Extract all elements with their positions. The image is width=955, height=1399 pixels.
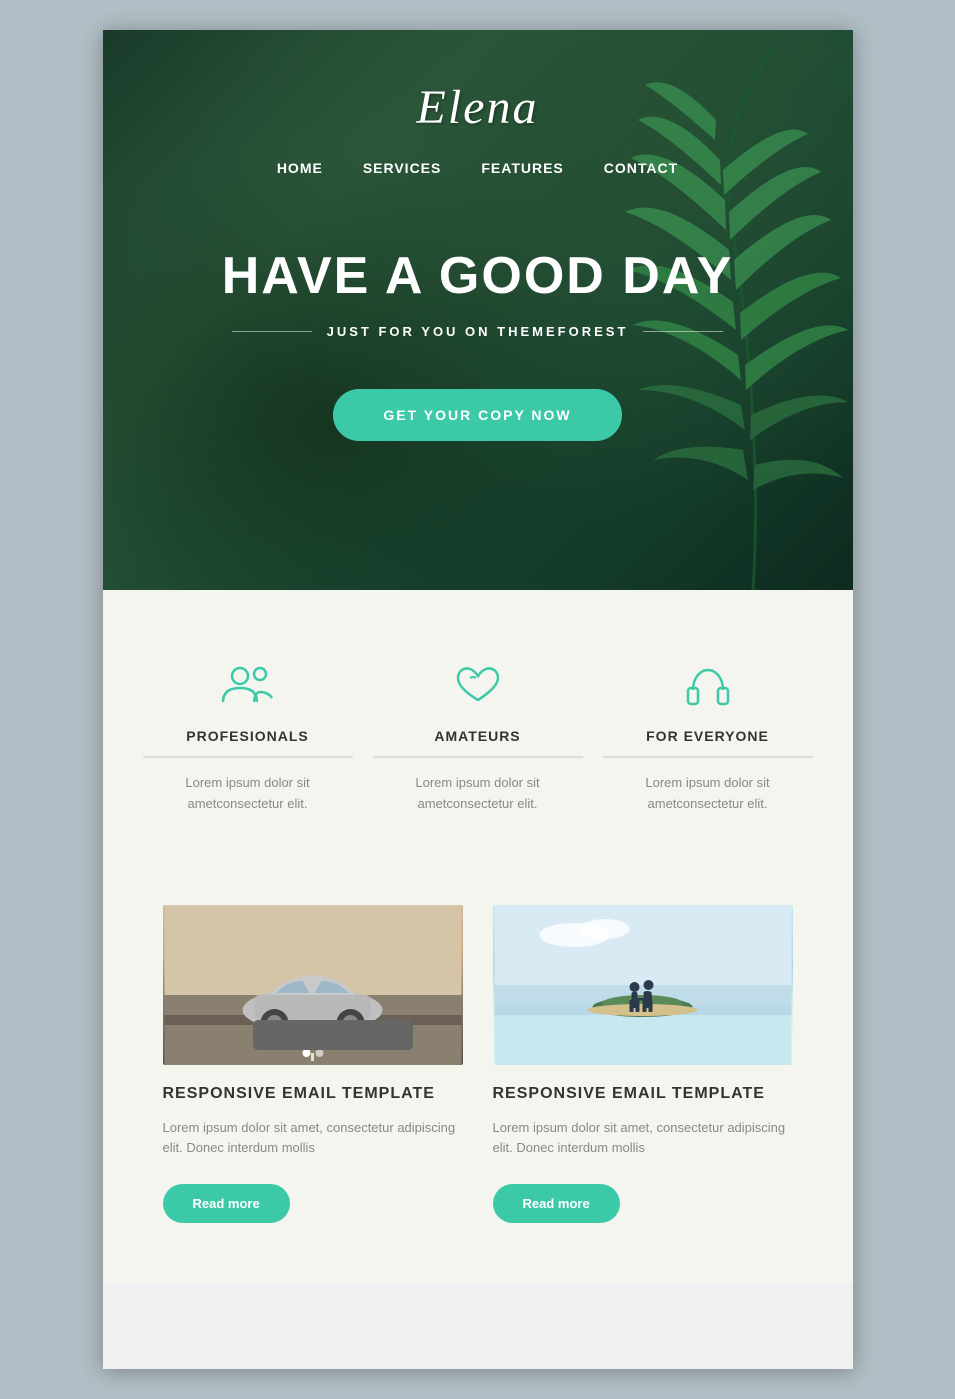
nav-services[interactable]: SERVICES [363,160,442,176]
feature-everyone: FOR EVERYONE Lorem ipsum dolor sit ametc… [603,660,813,815]
hero-content: Elena HOME SERVICES FEATURES CONTACT HAV… [103,30,853,441]
feature-amateurs-title: AMATEURS [373,728,583,758]
nav-home[interactable]: HOME [277,160,323,176]
card-2-desc: Lorem ipsum dolor sit amet, consectetur … [493,1118,793,1160]
feature-professionals-desc: Lorem ipsum dolor sit ametconsectetur el… [143,773,353,815]
cards-grid: RESPONSIVE EMAIL TEMPLATE Lorem ipsum do… [163,905,793,1224]
divider-line-left [232,331,312,332]
feature-amateurs: AMATEURS Lorem ipsum dolor sit ametconse… [373,660,583,815]
feature-professionals-title: PROFESIONALS [143,728,353,758]
feature-everyone-title: FOR EVERYONE [603,728,813,758]
nav-contact[interactable]: CONTACT [604,160,678,176]
cards-section: RESPONSIVE EMAIL TEMPLATE Lorem ipsum do… [103,885,853,1284]
card-1-title: RESPONSIVE EMAIL TEMPLATE [163,1085,463,1103]
card-1-desc: Lorem ipsum dolor sit amet, consectetur … [163,1118,463,1160]
hero-section: Elena HOME SERVICES FEATURES CONTACT HAV… [103,30,853,590]
hero-headline: HAVE A GOOD DAY [222,246,734,306]
hero-navigation: HOME SERVICES FEATURES CONTACT [277,160,678,176]
features-section: PROFESIONALS Lorem ipsum dolor sit ametc… [103,590,853,885]
dot-2 [315,1049,323,1057]
card-1-image [163,905,463,1065]
features-grid: PROFESIONALS Lorem ipsum dolor sit ametc… [143,660,813,815]
feature-everyone-desc: Lorem ipsum dolor sit ametconsectetur el… [603,773,813,815]
hero-cta-button[interactable]: GET YOUR COPY NOW [333,389,621,441]
divider-line-right [643,331,723,332]
headphones-icon [678,660,738,710]
card-2-image [493,905,793,1065]
card-1-dots [302,1049,323,1057]
card-2-read-more-button[interactable]: Read more [493,1184,620,1223]
card-1: RESPONSIVE EMAIL TEMPLATE Lorem ipsum do… [163,905,463,1224]
heart-icon [448,660,508,710]
users-icon [218,660,278,710]
feature-professionals: PROFESIONALS Lorem ipsum dolor sit ametc… [143,660,353,815]
card-2: RESPONSIVE EMAIL TEMPLATE Lorem ipsum do… [493,905,793,1224]
hero-subtext: JUST FOR YOU ON THEMEFOREST [327,324,629,339]
feature-amateurs-desc: Lorem ipsum dolor sit ametconsectetur el… [373,773,583,815]
site-logo: Elena [417,80,539,135]
card-2-title: RESPONSIVE EMAIL TEMPLATE [493,1085,793,1103]
hero-divider: JUST FOR YOU ON THEMEFOREST [232,324,724,339]
page-wrapper: Elena HOME SERVICES FEATURES CONTACT HAV… [103,30,853,1369]
dot-1 [302,1049,310,1057]
card-1-read-more-button[interactable]: Read more [163,1184,290,1223]
nav-features[interactable]: FEATURES [481,160,563,176]
